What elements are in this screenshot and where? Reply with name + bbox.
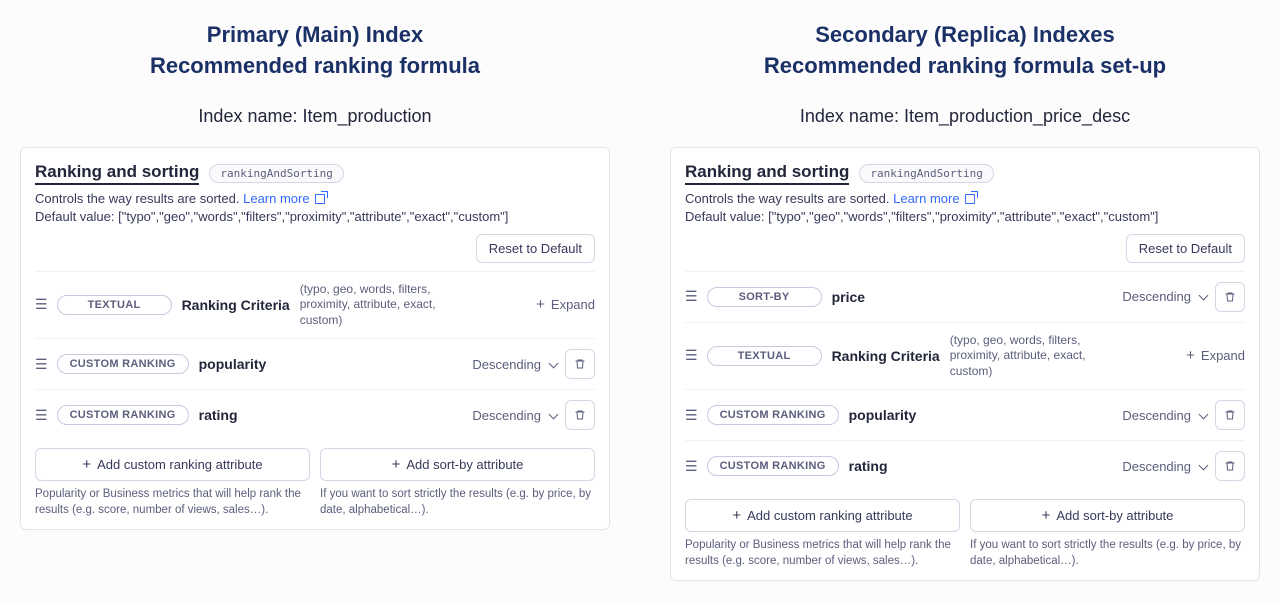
add-sort-by-button[interactable]: + Add sort-by attribute xyxy=(320,448,595,481)
custom-ranking-footnote: Popularity or Business metrics that will… xyxy=(35,486,310,518)
panel-title: Ranking and sorting xyxy=(685,162,849,185)
sort-by-footnote: If you want to sort strictly the results… xyxy=(970,537,1245,569)
primary-title-line2: Recommended ranking formula xyxy=(150,53,480,78)
default-value-text: Default value: ["typo","geo","words","fi… xyxy=(35,209,595,224)
trash-icon xyxy=(1224,459,1236,473)
ranking-criteria-label: Ranking Criteria xyxy=(832,348,940,364)
drag-icon[interactable]: ☰ xyxy=(35,296,47,313)
drag-icon[interactable]: ☰ xyxy=(685,407,697,424)
expand-button[interactable]: + Expand xyxy=(1186,348,1245,363)
desc-text: Controls the way results are sorted. xyxy=(685,191,889,206)
ranking-row-rating: ☰ CUSTOM RANKING rating Descending xyxy=(685,440,1245,491)
criteria-hint: (typo, geo, words, filters, proximity, a… xyxy=(950,333,1120,380)
add-custom-ranking-button[interactable]: + Add custom ranking attribute xyxy=(685,499,960,532)
secondary-title: Secondary (Replica) Indexes Recommended … xyxy=(670,20,1260,82)
tag-custom-ranking: CUSTOM RANKING xyxy=(707,456,839,476)
ranking-row-popularity: ☰ CUSTOM RANKING popularity Descending xyxy=(35,338,595,389)
tag-custom-ranking: CUSTOM RANKING xyxy=(57,405,189,425)
ranking-criteria-label: Ranking Criteria xyxy=(182,297,290,313)
ranking-row-textual: ☰ TEXTUAL Ranking Criteria (typo, geo, w… xyxy=(685,322,1245,390)
default-value-text: Default value: ["typo","geo","words","fi… xyxy=(685,209,1245,224)
primary-panel: Ranking and sorting rankingAndSorting Co… xyxy=(20,147,610,530)
delete-button[interactable] xyxy=(565,400,595,430)
delete-button[interactable] xyxy=(1215,400,1245,430)
ranking-row-popularity: ☰ CUSTOM RANKING popularity Descending xyxy=(685,389,1245,440)
secondary-index-name: Index name: Item_production_price_desc xyxy=(670,106,1260,127)
drag-icon[interactable]: ☰ xyxy=(685,288,697,305)
panel-description: Controls the way results are sorted. Lea… xyxy=(35,191,595,206)
sort-direction-select[interactable]: Descending xyxy=(472,408,557,423)
sort-direction-select[interactable]: Descending xyxy=(1122,459,1207,474)
learn-more-link[interactable]: Learn more xyxy=(893,191,975,206)
add-custom-ranking-button[interactable]: + Add custom ranking attribute xyxy=(35,448,310,481)
price-label: price xyxy=(832,289,865,305)
drag-icon[interactable]: ☰ xyxy=(35,407,47,424)
criteria-hint: (typo, geo, words, filters, proximity, a… xyxy=(300,282,470,329)
add-sort-by-button[interactable]: + Add sort-by attribute xyxy=(970,499,1245,532)
delete-button[interactable] xyxy=(1215,451,1245,481)
custom-ranking-footnote: Popularity or Business metrics that will… xyxy=(685,537,960,569)
delete-button[interactable] xyxy=(565,349,595,379)
secondary-column: Secondary (Replica) Indexes Recommended … xyxy=(670,20,1260,581)
plus-icon: + xyxy=(1042,508,1051,523)
learn-more-link[interactable]: Learn more xyxy=(243,191,325,206)
tag-custom-ranking: CUSTOM RANKING xyxy=(57,354,189,374)
sort-direction-select[interactable]: Descending xyxy=(472,357,557,372)
plus-icon: + xyxy=(392,457,401,472)
secondary-title-line2: Recommended ranking formula set-up xyxy=(764,53,1166,78)
popularity-label: popularity xyxy=(849,407,917,423)
plus-icon: + xyxy=(82,457,91,472)
trash-icon xyxy=(1224,290,1236,304)
chevron-down-icon xyxy=(1199,460,1209,470)
sort-direction-select[interactable]: Descending xyxy=(1122,289,1207,304)
primary-index-name: Index name: Item_production xyxy=(20,106,610,127)
drag-icon[interactable]: ☰ xyxy=(35,356,47,373)
external-link-icon xyxy=(315,194,325,204)
reset-to-default-button[interactable]: Reset to Default xyxy=(476,234,595,263)
sort-by-footnote: If you want to sort strictly the results… xyxy=(320,486,595,518)
tag-custom-ranking: CUSTOM RANKING xyxy=(707,405,839,425)
secondary-panel: Ranking and sorting rankingAndSorting Co… xyxy=(670,147,1260,581)
tag-textual: TEXTUAL xyxy=(57,295,172,315)
chevron-down-icon xyxy=(1199,291,1209,301)
chevron-down-icon xyxy=(549,358,559,368)
ranking-row-rating: ☰ CUSTOM RANKING rating Descending xyxy=(35,389,595,440)
setting-name-badge: rankingAndSorting xyxy=(859,164,994,183)
external-link-icon xyxy=(965,194,975,204)
drag-icon[interactable]: ☰ xyxy=(685,458,697,475)
plus-icon: + xyxy=(732,508,741,523)
delete-button[interactable] xyxy=(1215,282,1245,312)
chevron-down-icon xyxy=(549,409,559,419)
primary-column: Primary (Main) Index Recommended ranking… xyxy=(20,20,610,581)
rating-label: rating xyxy=(849,458,888,474)
drag-icon[interactable]: ☰ xyxy=(685,347,697,364)
chevron-down-icon xyxy=(1199,409,1209,419)
setting-name-badge: rankingAndSorting xyxy=(209,164,344,183)
expand-button[interactable]: + Expand xyxy=(536,297,595,312)
tag-sort-by: SORT-BY xyxy=(707,287,822,307)
ranking-row-textual: ☰ TEXTUAL Ranking Criteria (typo, geo, w… xyxy=(35,271,595,339)
trash-icon xyxy=(574,357,586,371)
plus-icon: + xyxy=(536,297,545,312)
secondary-title-line1: Secondary (Replica) Indexes xyxy=(815,22,1115,47)
trash-icon xyxy=(574,408,586,422)
reset-to-default-button[interactable]: Reset to Default xyxy=(1126,234,1245,263)
primary-title: Primary (Main) Index Recommended ranking… xyxy=(20,20,610,82)
ranking-row-price: ☰ SORT-BY price Descending xyxy=(685,271,1245,322)
primary-title-line1: Primary (Main) Index xyxy=(207,22,423,47)
trash-icon xyxy=(1224,408,1236,422)
plus-icon: + xyxy=(1186,348,1195,363)
panel-description: Controls the way results are sorted. Lea… xyxy=(685,191,1245,206)
popularity-label: popularity xyxy=(199,356,267,372)
desc-text: Controls the way results are sorted. xyxy=(35,191,239,206)
panel-title: Ranking and sorting xyxy=(35,162,199,185)
tag-textual: TEXTUAL xyxy=(707,346,822,366)
sort-direction-select[interactable]: Descending xyxy=(1122,408,1207,423)
rating-label: rating xyxy=(199,407,238,423)
